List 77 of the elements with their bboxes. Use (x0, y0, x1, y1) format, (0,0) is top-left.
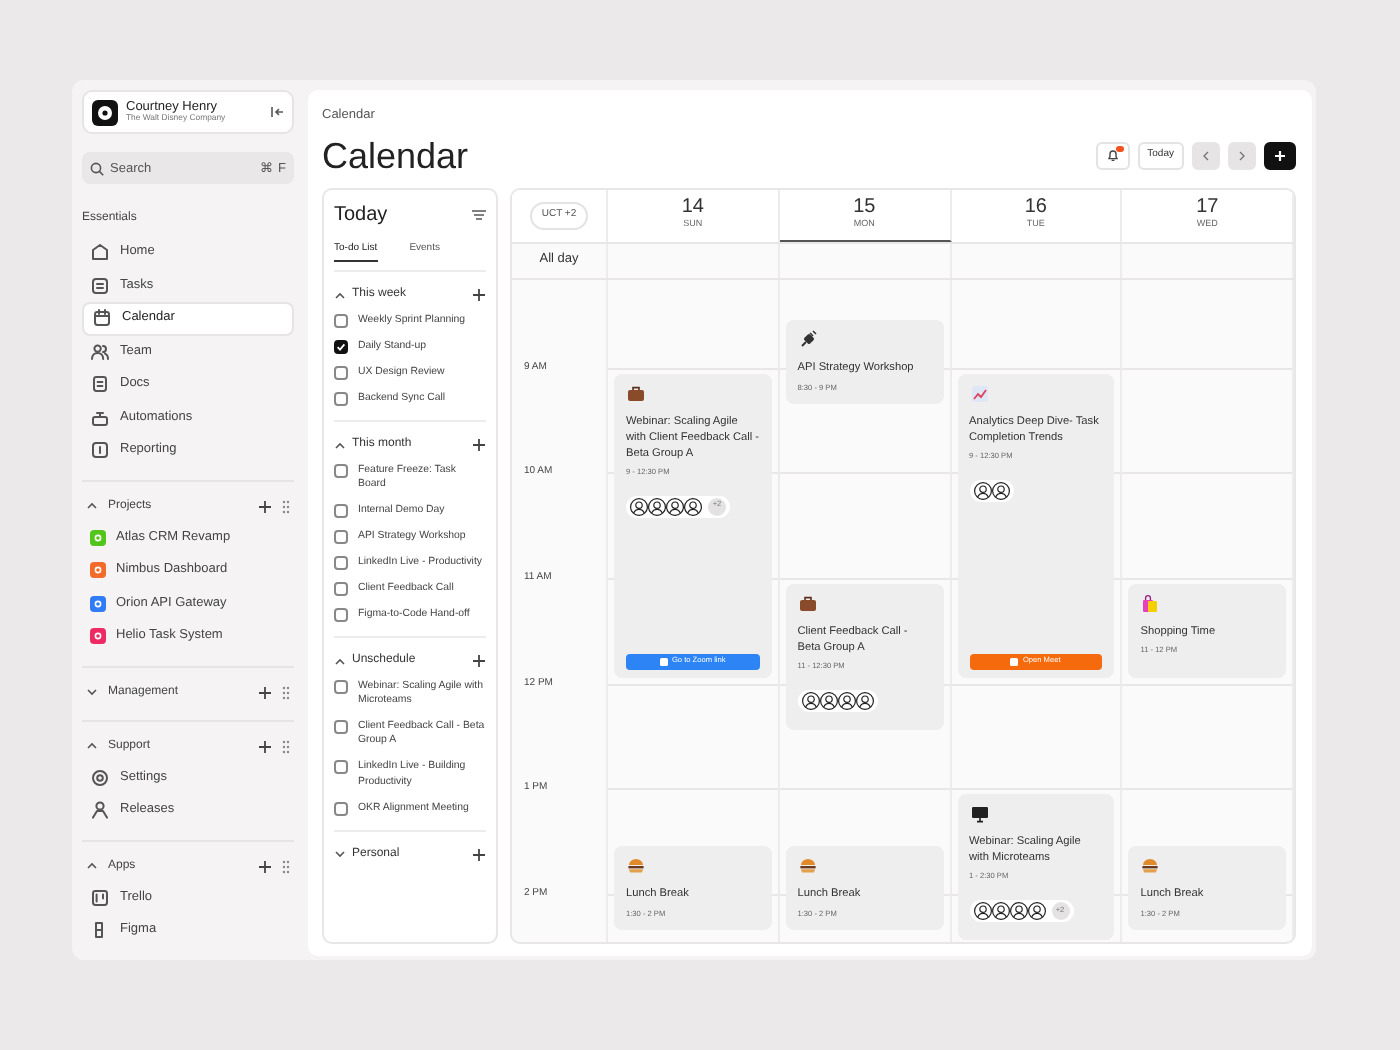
filter-icon[interactable] (472, 210, 486, 221)
gear-icon (90, 767, 110, 788)
checkbox[interactable] (334, 760, 348, 775)
avatar-icon (973, 902, 991, 921)
people-icon (90, 341, 110, 362)
chevron-left-icon (1202, 149, 1210, 162)
chevron-up-icon[interactable] (86, 500, 98, 512)
avatar-icon (837, 691, 856, 710)
bell-icon (1105, 148, 1120, 163)
add-button[interactable] (1264, 141, 1296, 170)
checkbox[interactable] (334, 314, 348, 329)
plus-icon[interactable] (258, 685, 272, 699)
avatar-icon (973, 481, 991, 500)
drag-handle-icon[interactable] (282, 739, 290, 753)
monitor-icon (969, 804, 989, 825)
chart-icon (969, 383, 989, 404)
checkbox[interactable] (334, 366, 348, 381)
search-icon (90, 161, 104, 175)
checkbox[interactable] (334, 582, 348, 597)
checkbox[interactable] (334, 556, 348, 571)
checkbox[interactable] (334, 340, 348, 355)
checklist-icon (90, 275, 110, 296)
home-icon (90, 242, 110, 263)
plus-icon (1274, 149, 1286, 162)
chevron-down-icon[interactable] (86, 686, 98, 698)
checkbox[interactable] (334, 530, 348, 545)
panel-title: Today (334, 205, 388, 226)
checkbox[interactable] (334, 801, 348, 816)
document-icon (90, 374, 110, 395)
avatar-icon (819, 691, 838, 710)
burger-icon (626, 856, 646, 877)
chevron-up-icon[interactable] (86, 740, 98, 752)
avatar-icon (991, 481, 1009, 500)
calendar-icon (92, 308, 112, 329)
plus-icon[interactable] (258, 499, 272, 513)
briefcase-icon (797, 593, 818, 614)
chevron-right-icon (1238, 149, 1246, 162)
chevron-up-icon[interactable] (86, 860, 98, 872)
avatar-icon (855, 691, 874, 710)
plus-icon[interactable] (472, 654, 486, 669)
chevron-up-icon[interactable] (334, 439, 346, 452)
plus-icon[interactable] (472, 438, 486, 453)
avatar-icon (666, 497, 684, 516)
briefcase-icon (626, 383, 646, 404)
report-icon (90, 440, 110, 461)
plug-icon (797, 330, 818, 351)
chevron-down-icon[interactable] (334, 848, 346, 861)
drag-handle-icon[interactable] (282, 499, 290, 513)
drag-handle-icon[interactable] (282, 685, 290, 699)
avatar-icon (1027, 902, 1045, 921)
board-icon (90, 887, 110, 908)
checkbox[interactable] (334, 680, 348, 695)
chevron-up-icon[interactable] (334, 289, 346, 302)
avatar-icon (991, 902, 1009, 921)
avatar-icon (1009, 902, 1027, 921)
checkbox[interactable] (334, 504, 348, 519)
checkbox[interactable] (334, 720, 348, 735)
plus-icon[interactable] (258, 739, 272, 753)
drag-handle-icon[interactable] (282, 859, 290, 873)
chevron-up-icon[interactable] (334, 655, 346, 668)
notifications-button[interactable] (1095, 141, 1130, 170)
burger-icon (797, 856, 818, 877)
checkbox[interactable] (334, 608, 348, 623)
burger-icon (1140, 856, 1161, 877)
plus-icon[interactable] (472, 847, 486, 862)
collapse-sidebar-icon[interactable] (270, 106, 284, 118)
avatar-icon (801, 691, 820, 710)
avatar-icon (630, 497, 648, 516)
company-logo-icon (92, 99, 118, 125)
avatar-icon (684, 497, 702, 516)
avatar-icon (648, 497, 666, 516)
plus-icon[interactable] (258, 859, 272, 873)
page-title: Calendar (322, 137, 469, 174)
checkbox[interactable] (334, 392, 348, 407)
shopping-bag-icon (1140, 593, 1161, 614)
plus-icon[interactable] (472, 288, 486, 303)
checkbox[interactable] (334, 464, 348, 479)
